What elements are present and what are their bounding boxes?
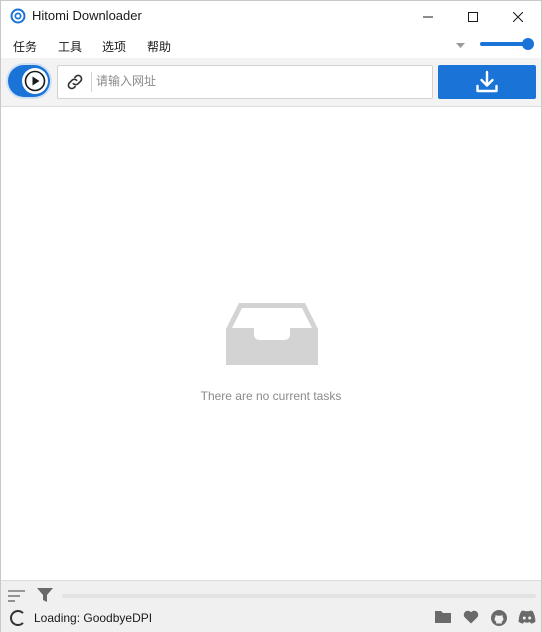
maximize-button[interactable] — [450, 1, 496, 32]
discord-icon[interactable] — [518, 610, 536, 624]
empty-message: There are no current tasks — [200, 389, 342, 403]
play-icon — [24, 70, 46, 92]
github-icon[interactable] — [491, 610, 507, 626]
window-title: Hitomi Downloader — [32, 8, 142, 23]
spinner-icon — [10, 610, 26, 626]
menu-tools[interactable]: 工具 — [58, 38, 82, 55]
progress-bar — [62, 594, 536, 598]
chevron-down-icon[interactable] — [456, 43, 465, 48]
minimize-button[interactable] — [405, 1, 451, 32]
close-button[interactable] — [495, 1, 541, 32]
status-text: Loading: GoodbyeDPI — [34, 611, 153, 625]
minimize-icon — [423, 16, 433, 17]
download-button[interactable] — [438, 65, 536, 99]
volume-slider-handle[interactable] — [522, 38, 534, 50]
link-icon — [67, 74, 83, 90]
empty-inbox-icon — [226, 303, 318, 365]
menu-help[interactable]: 帮助 — [147, 38, 171, 55]
url-box — [57, 65, 433, 99]
sort-icon[interactable] — [8, 589, 26, 603]
folder-icon[interactable] — [435, 610, 451, 624]
url-separator — [91, 72, 92, 92]
filter-icon[interactable] — [37, 587, 53, 603]
app-icon — [10, 8, 26, 24]
title-bar: Hitomi Downloader — [1, 1, 541, 32]
play-toggle[interactable] — [8, 65, 50, 97]
menu-tasks[interactable]: 任务 — [13, 38, 37, 55]
download-icon — [476, 70, 498, 93]
app-window: Hitomi Downloader 任务 工具 选项 帮助 请输入网址 Ther… — [0, 0, 542, 632]
url-input[interactable] — [96, 66, 426, 96]
toolbar — [1, 58, 541, 107]
play-toggle-knob — [22, 68, 48, 94]
heart-icon[interactable] — [463, 610, 479, 624]
task-list: There are no current tasks — [1, 107, 541, 579]
maximize-icon — [468, 11, 478, 22]
close-icon — [513, 11, 523, 22]
menu-options[interactable]: 选项 — [102, 38, 126, 55]
status-bar: Loading: GoodbyeDPI — [1, 580, 541, 632]
